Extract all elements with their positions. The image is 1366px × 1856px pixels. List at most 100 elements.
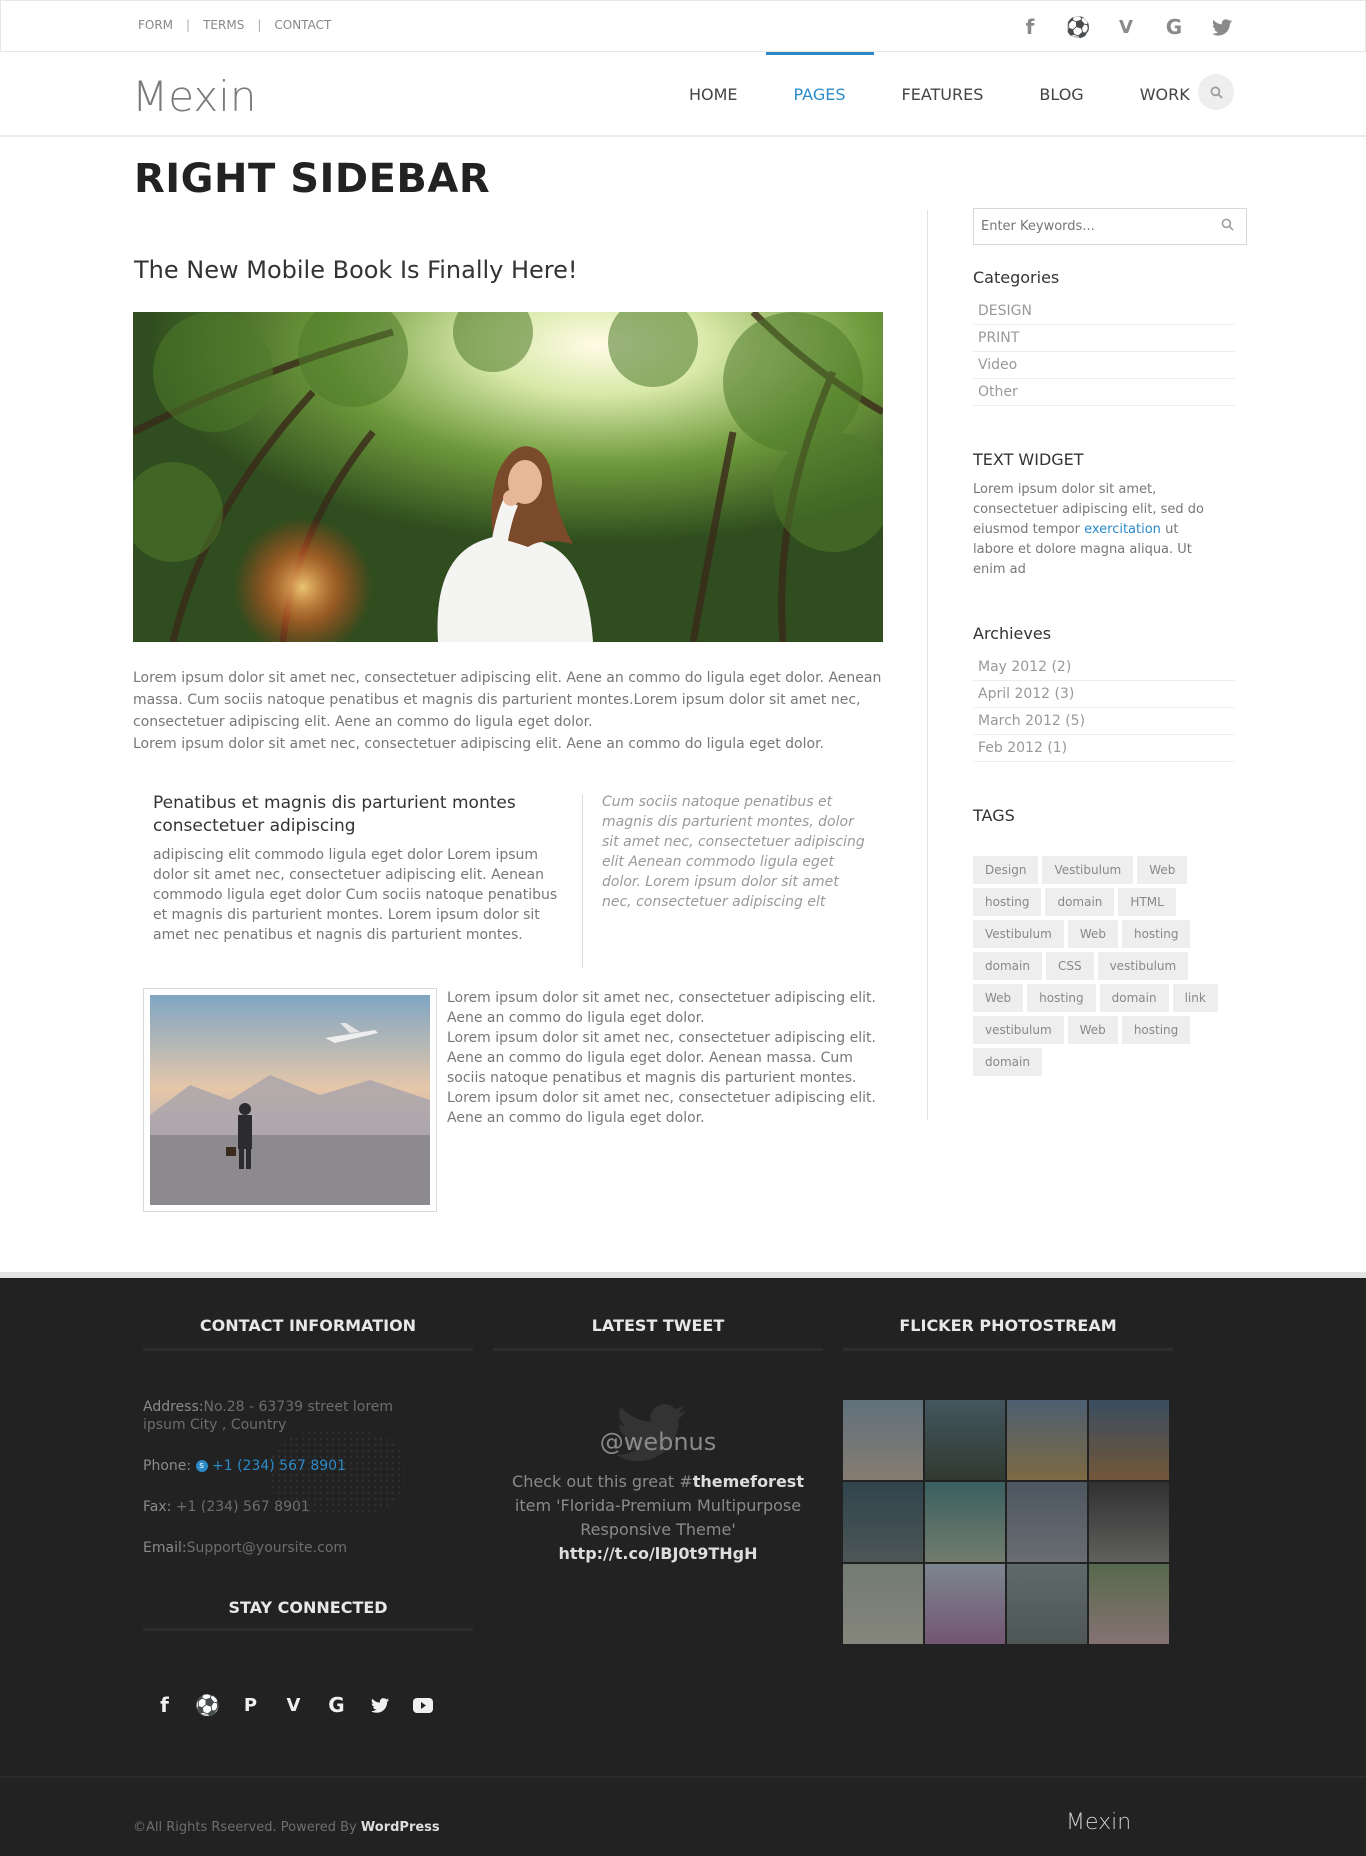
thumbnail-paragraph-1: Lorem ipsum dolor sit amet nec, consecte… [447,990,876,1026]
tag[interactable]: vestibulum [1097,952,1189,980]
flickr-photo[interactable] [925,1564,1005,1644]
flickr-rule [843,1348,1173,1351]
contact-info-title: CONTACT INFORMATION [199,1316,417,1335]
post-title[interactable]: The New Mobile Book Is Finally Here! [134,256,578,284]
tag[interactable]: hosting [1121,1016,1191,1044]
categories-list: DESIGN PRINT Video Other [973,298,1235,406]
tweet-handle[interactable]: @webnus [493,1428,823,1456]
tags-title: TAGS [973,806,1015,825]
category-item[interactable]: PRINT [973,325,1235,352]
nav-blog[interactable]: BLOG [1011,52,1111,137]
category-item[interactable]: Video [973,352,1235,379]
archive-item[interactable]: April 2012 (3) [973,681,1235,708]
tag[interactable]: domain [973,1048,1042,1076]
flickr-photo[interactable] [843,1400,923,1480]
copyright-label: ©All Rights Rseerved. Powered By [133,1820,361,1835]
flickr-photo[interactable] [1089,1564,1169,1644]
tag[interactable]: HTML [1118,888,1176,916]
category-item[interactable]: DESIGN [973,298,1235,325]
search-icon[interactable] [1221,218,1234,235]
categories-title: Categories [973,268,1060,287]
column-left-text: adipiscing elit commodo ligula eget dolo… [153,847,558,943]
tag[interactable]: domain [1099,984,1169,1012]
flickr-photo[interactable] [925,1400,1005,1480]
archive-item[interactable]: Feb 2012 (1) [973,735,1235,762]
archive-item[interactable]: March 2012 (5) [973,708,1235,735]
tweet-hashtag[interactable]: themeforest [693,1472,804,1491]
tag[interactable]: Web [1067,920,1118,948]
tag[interactable]: Web [1067,1016,1118,1044]
flickr-photo[interactable] [925,1482,1005,1562]
thumbnail-paragraph-2: Lorem ipsum dolor sit amet nec, consecte… [447,1030,876,1126]
latest-tweet-rule [493,1348,823,1351]
facebook-icon[interactable]: f [143,1688,186,1722]
email-value[interactable]: Support@yoursite.com [187,1540,347,1556]
site-logo[interactable]: Mexin [132,72,256,121]
contact-phone: Phone: s +1 (234) 567 8901 [143,1457,423,1475]
flickr-photo[interactable] [843,1482,923,1562]
tag[interactable]: hosting [1027,984,1096,1012]
flickr-photo[interactable] [843,1564,923,1644]
intro-paragraph-2: Lorem ipsum dolor sit amet nec, consecte… [133,736,824,752]
youtube-icon[interactable] [401,1688,444,1722]
flickr-photo[interactable] [1089,1482,1169,1562]
pinterest-icon[interactable]: P [229,1688,272,1722]
fax-value: +1 (234) 567 8901 [175,1499,310,1515]
nav-home[interactable]: HOME [661,52,766,137]
twitter-icon[interactable] [1198,13,1246,41]
phone-label: Phone: [143,1458,192,1474]
vimeo-icon[interactable]: V [1102,13,1150,41]
sidebar-search-input[interactable] [974,209,1204,244]
top-social-icons: f ⚽ V G [1006,13,1246,41]
tag[interactable]: hosting [1121,920,1191,948]
dribbble-icon[interactable]: ⚽ [1054,13,1102,41]
top-links: FORM | TERMS | CONTACT [138,18,331,32]
sidebar-divider [927,210,928,1120]
phone-value[interactable]: +1 (234) 567 8901 [212,1458,346,1474]
top-link-contact[interactable]: CONTACT [274,18,331,32]
dribbble-icon[interactable]: ⚽ [186,1688,229,1722]
flickr-photo[interactable] [1007,1482,1087,1562]
tweet-link[interactable]: http://t.co/lBJ0t9THgH [559,1544,758,1563]
footer-logo[interactable]: Mexin [1066,1810,1131,1835]
tag[interactable]: vestibulum [973,1016,1064,1044]
top-link-form[interactable]: FORM [138,18,173,32]
nav-features[interactable]: FEATURES [874,52,1012,137]
text-widget-link[interactable]: exercitation [1084,522,1161,537]
flickr-photo[interactable] [1089,1400,1169,1480]
tag[interactable]: Web [973,984,1024,1012]
footer: CONTACT INFORMATION LATEST TWEET FLICKER… [0,1278,1366,1776]
search-toggle-button[interactable] [1198,74,1234,110]
twitter-icon[interactable] [358,1688,401,1722]
archive-item[interactable]: May 2012 (2) [973,654,1235,681]
vimeo-icon[interactable]: V [272,1688,315,1722]
tag[interactable]: link [1172,984,1218,1012]
google-icon[interactable]: G [315,1688,358,1722]
copyright-text: ©All Rights Rseerved. Powered By WordPre… [133,1820,440,1835]
tag[interactable]: domain [1045,888,1115,916]
wordpress-link[interactable]: WordPress [361,1820,440,1835]
tag[interactable]: Web [1137,856,1188,884]
flickr-photo[interactable] [1007,1564,1087,1644]
tag[interactable]: CSS [1045,952,1094,980]
nav-pages[interactable]: PAGES [765,52,874,137]
category-item[interactable]: Other [973,379,1235,406]
facebook-icon[interactable]: f [1006,13,1054,41]
flickr-photo[interactable] [1007,1400,1087,1480]
tag[interactable]: domain [973,952,1042,980]
skype-icon: s [195,1460,208,1472]
tweet-text-part-2: item 'Florida-Premium Multipurpose Respo… [514,1496,802,1539]
intro-paragraph-1: Lorem ipsum dolor sit amet nec, consecte… [133,670,882,730]
column-right-quote: Cum sociis natoque penatibus et magnis d… [602,794,865,910]
tag[interactable]: Vestibulum [1042,856,1134,884]
tag[interactable]: hosting [973,888,1042,916]
top-bar: FORM | TERMS | CONTACT f ⚽ V G [0,0,1366,52]
top-link-terms[interactable]: TERMS [203,18,244,32]
tag[interactable]: Design [973,856,1039,884]
google-icon[interactable]: G [1150,13,1198,41]
contact-address: Address:No.28 - 63739 street lorem ipsum… [143,1398,423,1434]
post-intro: Lorem ipsum dolor sit amet nec, consecte… [133,667,888,755]
thumbnail-text: Lorem ipsum dolor sit amet nec, consecte… [447,988,881,1128]
tag[interactable]: Vestibulum [973,920,1064,948]
email-label: Email: [143,1540,187,1556]
